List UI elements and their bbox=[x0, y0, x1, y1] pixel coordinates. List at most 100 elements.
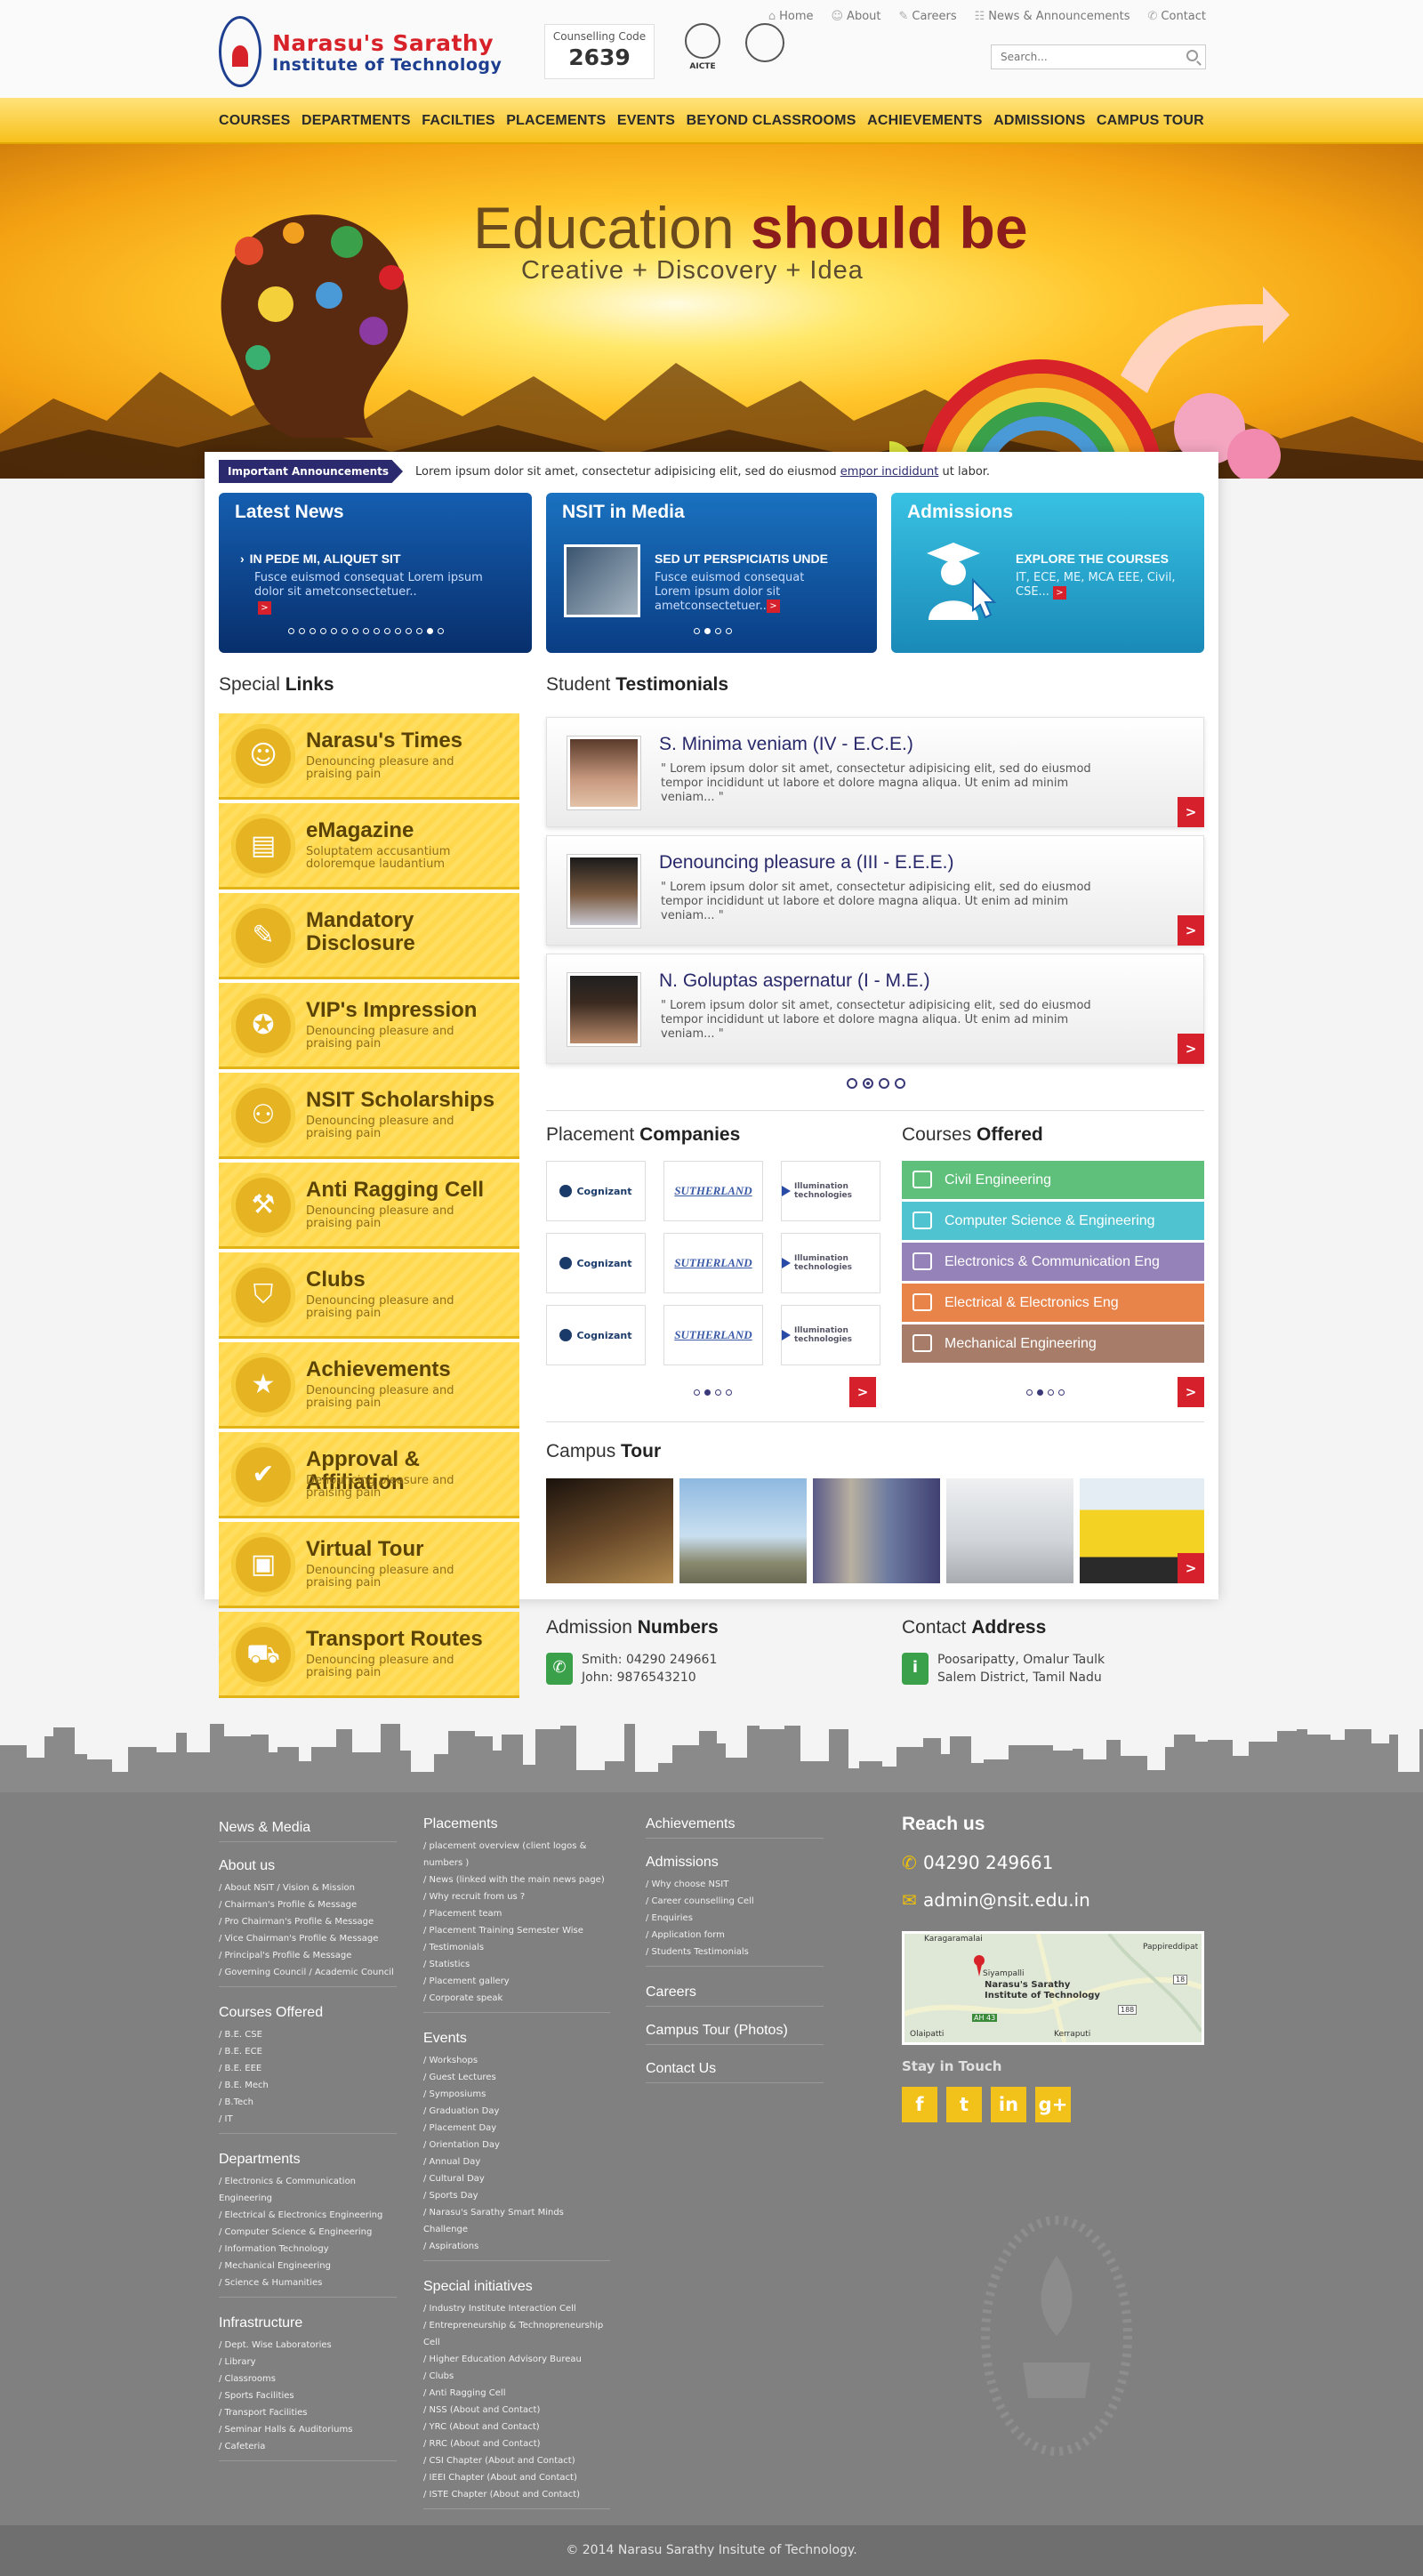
footer-link[interactable]: / Chairman's Profile & Message bbox=[219, 1896, 397, 1913]
footer-link[interactable]: / Transport Facilities bbox=[219, 2404, 397, 2421]
news-pagination-dot[interactable] bbox=[438, 628, 444, 634]
footer-link[interactable]: / Sports Facilities bbox=[219, 2387, 397, 2404]
news-pagination-dot[interactable] bbox=[406, 628, 412, 634]
courses-more-button[interactable]: > bbox=[1178, 1377, 1204, 1407]
twitter-icon[interactable]: t bbox=[946, 2087, 982, 2122]
company-logo-cognizant[interactable]: Cognizant bbox=[546, 1305, 646, 1365]
news-item-title[interactable]: › IN PEDE MI, ALIQUET SIT bbox=[240, 551, 512, 566]
footer-link[interactable]: / Cafeteria bbox=[219, 2438, 397, 2455]
placement-pagination-dot[interactable] bbox=[726, 1389, 732, 1396]
testimonial-name[interactable]: N. Goluptas aspernatur (I - M.E.) bbox=[659, 970, 930, 992]
news-pagination-dot[interactable] bbox=[288, 628, 294, 634]
footer-link[interactable]: / Statistics bbox=[423, 1956, 610, 1973]
placement-more-button[interactable]: > bbox=[849, 1377, 876, 1407]
footer-heading[interactable]: Careers bbox=[646, 1984, 824, 2000]
company-logo-cognizant[interactable]: Cognizant bbox=[546, 1233, 646, 1293]
news-pagination-dot[interactable] bbox=[352, 628, 358, 634]
footer-heading[interactable]: Placements bbox=[423, 1816, 610, 1832]
testimonials-pagination-dot[interactable] bbox=[863, 1078, 873, 1089]
special-link-vip-s-impression[interactable]: ✪ VIP's Impression Denouncing pleasure and… bbox=[219, 983, 519, 1069]
linkedin-icon[interactable]: in bbox=[991, 2087, 1026, 2122]
footer-link[interactable]: / B.E. Mech bbox=[219, 2077, 397, 2094]
company-logo-sutherland[interactable]: SUTHERLAND bbox=[663, 1233, 763, 1293]
footer-heading[interactable]: Departments bbox=[219, 2152, 397, 2168]
top-link-news[interactable]: ☷ News & Announcements bbox=[975, 10, 1130, 23]
nav-facilities[interactable]: FACILTIES bbox=[422, 113, 494, 129]
special-link-narasu-s-times[interactable]: ☺ Narasu's Times Denouncing pleasure and p… bbox=[219, 713, 519, 800]
search-icon[interactable] bbox=[1186, 50, 1198, 61]
company-logo-illumination[interactable]: Illumination technologies bbox=[781, 1233, 880, 1293]
footer-link[interactable]: / B.E. ECE bbox=[219, 2043, 397, 2060]
footer-link[interactable]: / Placement Day bbox=[423, 2120, 610, 2137]
top-link-contact[interactable]: ✆ Contact bbox=[1148, 10, 1206, 23]
testimonial-more-button[interactable]: > bbox=[1178, 797, 1204, 827]
footer-link[interactable]: / About NSIT / Vision & Mission bbox=[219, 1880, 397, 1896]
footer-link[interactable]: / RRC (About and Contact) bbox=[423, 2435, 610, 2452]
course-item-computer-science-engineering[interactable]: Computer Science & Engineering bbox=[902, 1202, 1204, 1240]
footer-link[interactable]: / Cultural Day bbox=[423, 2170, 610, 2187]
news-more-button[interactable]: > bbox=[258, 601, 271, 615]
footer-link[interactable]: / Students Testimonials bbox=[646, 1944, 824, 1960]
news-pagination-dot[interactable] bbox=[320, 628, 326, 634]
footer-link[interactable]: / Workshops bbox=[423, 2052, 610, 2069]
nav-achievements[interactable]: ACHIEVEMENTS bbox=[867, 113, 983, 129]
footer-heading[interactable]: About us bbox=[219, 1858, 397, 1874]
media-more-button[interactable]: > bbox=[767, 600, 780, 613]
footer-link[interactable]: / Higher Education Advisory Bureau bbox=[423, 2351, 610, 2368]
testimonial-more-button[interactable]: > bbox=[1178, 915, 1204, 946]
location-map[interactable]: Karagaramalai Pappireddipat Narasu's Sar… bbox=[902, 1931, 1204, 2045]
special-link-anti-ragging-cell[interactable]: ⚒ Anti Ragging Cell Denouncing pleasure an… bbox=[219, 1163, 519, 1249]
special-link-clubs[interactable]: ⛉ Clubs Denouncing pleasure and praising p… bbox=[219, 1252, 519, 1339]
footer-email[interactable]: ✉ admin@nsit.edu.in bbox=[902, 1889, 1090, 1911]
footer-link[interactable]: / B.E. EEE bbox=[219, 2060, 397, 2077]
special-link-nsit-scholarships[interactable]: ⚇ NSIT Scholarships Denouncing pleasure an… bbox=[219, 1073, 519, 1159]
footer-link[interactable]: / Clubs bbox=[423, 2368, 610, 2385]
footer-link[interactable]: / B.E. CSE bbox=[219, 2026, 397, 2043]
news-pagination-dot[interactable] bbox=[363, 628, 369, 634]
footer-link[interactable]: / Orientation Day bbox=[423, 2137, 610, 2153]
footer-heading[interactable]: Campus Tour (Photos) bbox=[646, 2023, 824, 2039]
footer-link[interactable]: / Seminar Halls & Auditoriums bbox=[219, 2421, 397, 2438]
footer-heading[interactable]: Special initiatives bbox=[423, 2279, 610, 2295]
footer-link[interactable]: / Aspirations bbox=[423, 2238, 610, 2255]
media-pagination-dot[interactable] bbox=[704, 628, 711, 634]
footer-link[interactable]: / B.Tech bbox=[219, 2094, 397, 2111]
footer-heading[interactable]: Achievements bbox=[646, 1816, 824, 1832]
footer-link[interactable]: / Classrooms bbox=[219, 2371, 397, 2387]
footer-link[interactable]: / Corporate speak bbox=[423, 1990, 610, 2007]
footer-heading[interactable]: Admissions bbox=[646, 1855, 824, 1871]
nav-courses[interactable]: COURSES bbox=[219, 113, 291, 129]
course-item-civil-engineering[interactable]: Civil Engineering bbox=[902, 1161, 1204, 1199]
top-link-careers[interactable]: ✎ Careers bbox=[898, 10, 956, 23]
footer-phone[interactable]: ✆ 04290 249661 bbox=[902, 1852, 1053, 1873]
admissions-item-title[interactable]: EXPLORE THE COURSES bbox=[1016, 551, 1194, 566]
footer-link[interactable]: / Career counselling Cell bbox=[646, 1893, 824, 1910]
footer-link[interactable]: / Why recruit from us ? bbox=[423, 1888, 610, 1905]
news-pagination-dot[interactable] bbox=[395, 628, 401, 634]
courses-pagination-dot[interactable] bbox=[1058, 1389, 1065, 1396]
footer-link[interactable]: / Library bbox=[219, 2354, 397, 2371]
announcement-link[interactable]: empor incididunt bbox=[840, 465, 939, 479]
footer-heading[interactable]: Infrastructure bbox=[219, 2315, 397, 2331]
footer-heading[interactable]: News & Media bbox=[219, 1820, 397, 1836]
course-item-electrical-electronics-eng[interactable]: Electrical & Electronics Eng bbox=[902, 1284, 1204, 1322]
company-logo-illumination[interactable]: Illumination technologies bbox=[781, 1305, 880, 1365]
placement-pagination-dot[interactable] bbox=[704, 1389, 711, 1396]
top-link-about[interactable]: ☺ About bbox=[831, 10, 880, 23]
footer-link[interactable]: / Entrepreneurship & Technopreneurship C… bbox=[423, 2317, 610, 2351]
footer-link[interactable]: / Annual Day bbox=[423, 2153, 610, 2170]
courses-pagination-dot[interactable] bbox=[1048, 1389, 1054, 1396]
news-pagination-dot[interactable] bbox=[416, 628, 422, 634]
special-link-mandatory-disclosure[interactable]: ✎ Mandatory Disclosure bbox=[219, 893, 519, 979]
company-logo-cognizant[interactable]: Cognizant bbox=[546, 1161, 646, 1221]
footer-link[interactable]: / News (linked with the main news page) bbox=[423, 1872, 610, 1888]
course-item-mechanical-engineering[interactable]: Mechanical Engineering bbox=[902, 1324, 1204, 1363]
news-pagination-dot[interactable] bbox=[342, 628, 348, 634]
facebook-icon[interactable]: f bbox=[902, 2087, 937, 2122]
footer-link[interactable]: / Dept. Wise Laboratories bbox=[219, 2337, 397, 2354]
news-pagination-dot[interactable] bbox=[299, 628, 305, 634]
admissions-more-button[interactable]: > bbox=[1052, 586, 1066, 600]
footer-link[interactable]: / Application form bbox=[646, 1927, 824, 1944]
testimonial-name[interactable]: S. Minima veniam (IV - E.C.E.) bbox=[659, 734, 913, 755]
media-thumbnail[interactable] bbox=[564, 544, 640, 617]
